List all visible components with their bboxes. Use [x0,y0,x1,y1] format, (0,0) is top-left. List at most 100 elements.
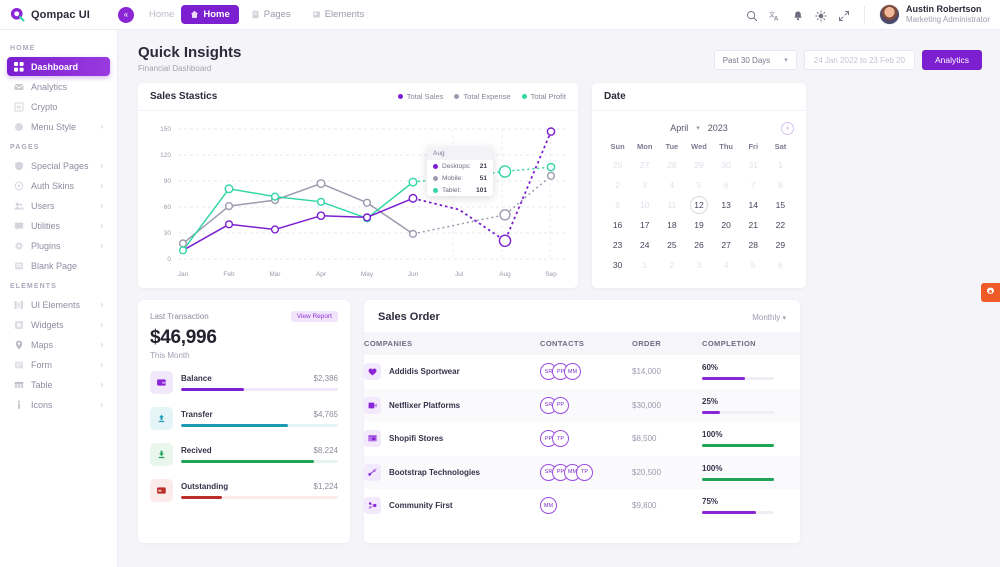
calendar-day[interactable]: 27 [713,236,740,254]
calendar-day[interactable]: 3 [685,256,712,274]
sun-icon[interactable] [815,9,827,22]
contact-avatar[interactable]: MM [564,363,581,381]
settings-fab-button[interactable] [981,283,1000,302]
calendar-year[interactable]: 2023 [708,123,728,133]
view-report-badge[interactable]: View Report [290,311,338,322]
list-item[interactable]: Recived $8,224 [150,443,338,466]
calendar-day[interactable]: 18 [658,216,685,234]
calendar-day[interactable]: 20 [713,216,740,234]
table-row[interactable]: Bootstrap Technologies SR PP MM TP $20,5… [364,455,800,489]
translate-icon[interactable]: 文A [769,9,781,22]
nav-item-pages[interactable]: Pages [242,5,300,24]
calendar-day[interactable]: 28 [740,236,767,254]
sidebar-item-dashboard[interactable]: Dashboard [7,57,110,76]
calendar-day[interactable]: 13 [713,196,740,214]
sidebar-item-plugins[interactable]: Plugins › [7,236,110,255]
sidebar-item-auth-skins[interactable]: Auth Skins › [7,176,110,195]
sidebar-item-icons[interactable]: Icons › [7,395,110,414]
sidebar-item-analytics[interactable]: Analytics [7,77,110,96]
legend-total-expense[interactable]: Total Expense [454,92,511,101]
nav-item-home[interactable]: Home [181,5,239,24]
table-row[interactable]: Netflixer Platforms SR PP $30,000 25% [364,388,800,422]
contact-avatar[interactable]: TP [552,430,569,448]
calendar-next-button[interactable]: › [781,121,794,135]
search-icon[interactable] [746,9,758,21]
calendar-month[interactable]: April [670,123,688,133]
sidebar-item-special-pages[interactable]: Special Pages › [7,156,110,175]
list-item[interactable]: Outstanding $1,224 [150,479,338,502]
sidebar-item-utilities[interactable]: Utilities › [7,216,110,235]
calendar-day[interactable]: 17 [631,216,658,234]
table-row[interactable]: Addidis Sportwear SR PP MM $14,000 60% [364,355,800,389]
calendar-day[interactable]: 7 [740,176,767,194]
table-row[interactable]: Community First MM $9,800 75% [364,489,800,523]
calendar-day[interactable]: 8 [767,176,794,194]
chevron-down-icon[interactable]: ▾ [696,124,700,132]
list-item[interactable]: Balance $2,386 [150,371,338,394]
calendar-day[interactable]: 29 [767,236,794,254]
range-select[interactable]: Past 30 Days ▾ [713,50,797,70]
row-charts: Sales Stastics Total Sales Total Expense [118,73,1000,288]
calendar-day[interactable]: 15 [767,196,794,214]
calendar-day[interactable]: 31 [740,156,767,174]
sidebar-item-table[interactable]: Table › [7,375,110,394]
table-row[interactable]: Shopifi Stores PP TP $8,500 100% [364,422,800,456]
calendar-day[interactable]: 3 [631,176,658,194]
expand-icon[interactable] [838,9,850,21]
calendar-day[interactable]: 6 [767,256,794,274]
sales-order-period-select[interactable]: Monthly ▾ [752,313,786,322]
bell-icon[interactable] [792,9,804,21]
calendar-day[interactable]: 11 [658,196,685,214]
legend-total-sales[interactable]: Total Sales [397,92,443,101]
contact-avatar[interactable]: PP [552,396,569,414]
calendar-day[interactable]: 19 [685,216,712,234]
cell-company: Shopifi Stores [364,422,540,456]
sidebar-item-crypto[interactable]: Crypto [7,97,110,116]
calendar-day[interactable]: 29 [685,156,712,174]
calendar-day-selected[interactable]: 12 [685,196,712,214]
calendar-day[interactable]: 9 [604,196,631,214]
sidebar-item-ui-elements[interactable]: UI Elements › [7,295,110,314]
nav-item-home-muted[interactable]: Home [145,5,178,24]
sidebar-item-widgets[interactable]: Widgets › [7,315,110,334]
calendar-day[interactable]: 27 [631,156,658,174]
calendar-day[interactable]: 24 [631,236,658,254]
sidebar-collapse-button[interactable]: « [118,6,134,23]
calendar-day[interactable]: 1 [631,256,658,274]
sidebar-item-blank-page[interactable]: Blank Page [7,256,110,275]
calendar-day[interactable]: 6 [713,176,740,194]
calendar-day[interactable]: 26 [685,236,712,254]
calendar-day[interactable]: 5 [740,256,767,274]
calendar-day[interactable]: 28 [658,156,685,174]
calendar-day[interactable]: 21 [740,216,767,234]
analytics-button[interactable]: Analytics [921,50,982,70]
calendar-day[interactable]: 22 [767,216,794,234]
calendar-day[interactable]: 10 [631,196,658,214]
calendar-day[interactable]: 2 [658,256,685,274]
calendar-day[interactable]: 16 [604,216,631,234]
calendar-day[interactable]: 4 [713,256,740,274]
sidebar-item-maps[interactable]: Maps › [7,335,110,354]
calendar-day[interactable]: 30 [604,256,631,274]
contact-avatar[interactable]: TP [576,463,593,481]
calendar-day[interactable]: 2 [604,176,631,194]
calendar-day[interactable]: 25 [658,236,685,254]
calendar-day[interactable]: 26 [604,156,631,174]
contact-avatar[interactable]: MM [540,497,557,515]
sales-statics-chart[interactable]: 150 120 90 60 30 0 Jan Feb Mar Apr May J… [138,111,578,287]
calendar-day[interactable]: 14 [740,196,767,214]
sidebar-item-form[interactable]: Form › [7,355,110,374]
calendar-day[interactable]: 1 [767,156,794,174]
date-range-input[interactable]: 24 Jan 2022 to 23 Feb 20 [803,50,915,70]
calendar-day[interactable]: 30 [713,156,740,174]
sidebar-item-menu-style[interactable]: Menu Style › [7,117,110,136]
calendar-day[interactable]: 23 [604,236,631,254]
calendar-day[interactable]: 5 [685,176,712,194]
brand-logo-area[interactable]: Qompac UI [0,7,118,22]
user-profile[interactable]: Austin Robertson Marketing Administrator [878,4,990,25]
list-item[interactable]: Transfer $4,765 [150,407,338,430]
legend-total-profit[interactable]: Total Profit [521,92,566,101]
sidebar-item-users[interactable]: Users › [7,196,110,215]
nav-item-elements[interactable]: Elements [303,5,374,24]
calendar-day[interactable]: 4 [658,176,685,194]
